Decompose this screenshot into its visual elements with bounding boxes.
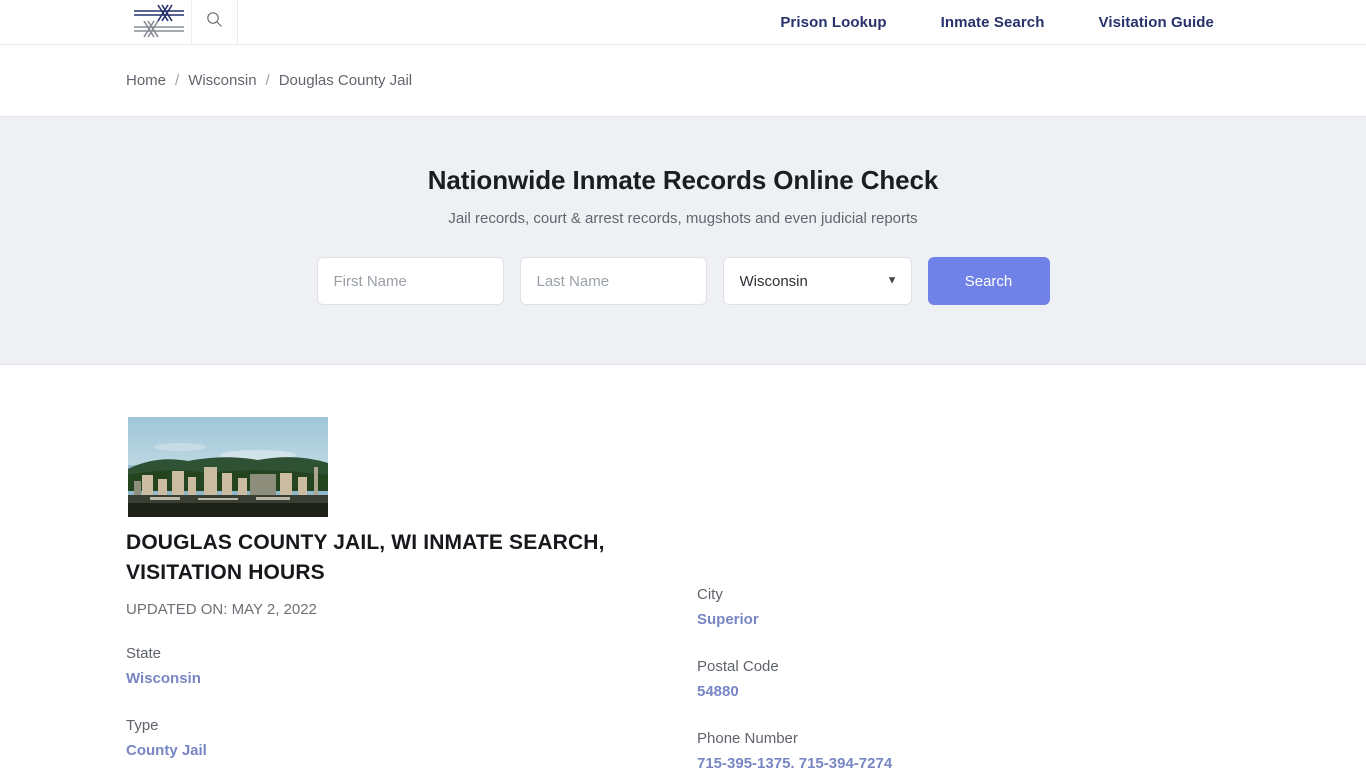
main-nav: Prison Lookup Inmate Search Visitation G…: [780, 0, 1214, 44]
last-updated-text: UPDATED ON: MAY 2, 2022: [126, 601, 317, 618]
fact-label: Phone Number: [697, 730, 798, 747]
article-title: Douglas County Jail, WI Inmate Search, V…: [126, 531, 605, 584]
fact-value-phone-number[interactable]: 715-395-1375, 715-394-7274: [697, 752, 892, 768]
facility-facts-left: State Wisconsin Type County Jail: [126, 643, 626, 768]
breadcrumb-item-current: Douglas County Jail: [278, 72, 413, 89]
nav-link-inmate-search[interactable]: Inmate Search: [941, 14, 1045, 31]
breadcrumb-item-home[interactable]: Home: [126, 72, 166, 89]
last-name-input[interactable]: [519, 257, 707, 305]
site-header: Prison Lookup Inmate Search Visitation G…: [0, 0, 1366, 45]
barbed-wire-logo-icon: [132, 3, 186, 41]
facility-thumbnail-image: [128, 417, 328, 517]
page-title: Nationwide Inmate Records Online Check: [427, 165, 939, 195]
hero-subtitle: Jail records, court & arrest records, mu…: [448, 210, 918, 227]
fact-value-type[interactable]: County Jail: [126, 739, 207, 763]
fact-value-postal-code[interactable]: 54880: [697, 680, 739, 704]
fact-value-state[interactable]: Wisconsin: [126, 667, 201, 691]
fact-state: State Wisconsin: [126, 643, 626, 691]
nav-link-prison-lookup[interactable]: Prison Lookup: [780, 14, 886, 31]
hero-section: Nationwide Inmate Records Online Check J…: [0, 117, 1366, 365]
fact-city: City Superior: [697, 584, 1197, 632]
facility-facts-right: City Superior Postal Code 54880 Phone Nu…: [697, 584, 1197, 768]
fact-label: Type: [126, 717, 159, 734]
nav-link-visitation-guide[interactable]: Visitation Guide: [1098, 14, 1214, 31]
search-icon: [206, 11, 223, 33]
fact-phone-number: Phone Number 715-395-1375, 715-394-7274: [697, 728, 1197, 768]
fact-value-city[interactable]: Superior: [697, 608, 759, 632]
state-select[interactable]: Wisconsin: [722, 257, 912, 305]
breadcrumb-separator: /: [175, 72, 180, 89]
breadcrumb-separator: /: [265, 72, 270, 89]
fact-postal-code: Postal Code 54880: [697, 656, 1197, 704]
site-logo[interactable]: [126, 0, 192, 44]
fact-label: State: [126, 645, 162, 662]
breadcrumb-bar: Home / Wisconsin / Douglas County Jail: [0, 45, 1366, 117]
header-search-button[interactable]: [192, 0, 238, 44]
fact-label: Postal Code: [697, 658, 779, 675]
breadcrumb-item-wisconsin[interactable]: Wisconsin: [188, 72, 256, 89]
breadcrumb: Home / Wisconsin / Douglas County Jail: [126, 72, 412, 89]
search-button[interactable]: Search: [927, 257, 1050, 305]
state-select-wrapper: Wisconsin ▼: [722, 257, 912, 305]
fact-label: City: [697, 586, 723, 603]
fact-type: Type County Jail: [126, 715, 626, 763]
first-name-input[interactable]: [316, 257, 504, 305]
inmate-search-form: Wisconsin ▼ Search: [316, 257, 1050, 305]
